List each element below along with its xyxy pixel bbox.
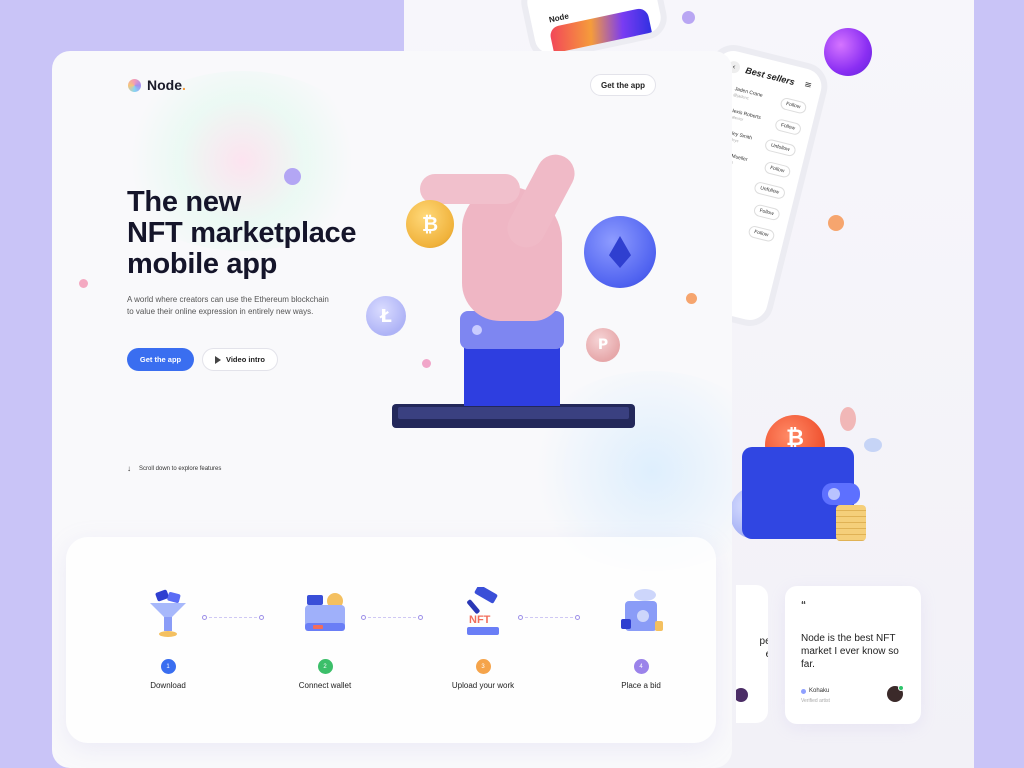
nft-tag-text: NFT [469,614,491,626]
hero-title: The new NFT marketplace mobile app [127,187,427,280]
author-role: Verified artist [801,698,830,704]
get-app-button[interactable]: Get the app [127,348,194,371]
auction-gavel-icon: NFT [457,584,509,639]
bitcoin-coin-icon: ₿ [406,200,454,248]
step-upload-work: NFT 3 Upload your work [423,584,543,690]
step-connector [202,614,264,620]
gavel-svg: NFT [467,584,499,635]
phone-screen [398,407,629,419]
step-connector [518,614,580,620]
step-label: Connect wallet [298,681,352,690]
connector-dot [202,614,207,620]
wallet-clasp [822,483,860,505]
step-number: 4 [633,659,649,674]
decorative-ball [79,279,88,288]
seller-name: Jaden Crane @jadenc [733,86,763,104]
brand-name: Node [147,77,182,93]
testimonial-card-partial: per et [736,585,768,723]
get-app-header-button[interactable]: Get the app [590,74,656,96]
author-name: Kohaku [809,688,830,694]
logo-icon [128,78,141,92]
ethereum-diamond [609,236,631,268]
scroll-hint[interactable]: ↓ Scroll down to explore features [127,464,221,473]
decorative-ball [824,28,872,76]
testimonial-text: Node is the best NFT market I ever know … [801,633,899,670]
step-place-bid: 4 Place a bid [581,587,701,690]
connector-dot [259,614,264,620]
wallet-icon [299,587,351,639]
decorative-ball [828,215,844,231]
step-label: Place a bid [621,681,661,690]
connector-line [209,616,257,618]
quote-mark-icon: “ [801,600,806,611]
polkadot-coin-icon: P [586,328,620,362]
landing-page-card: Node. Get the app The new NFT marketplac… [52,51,732,768]
wallet-svg [305,593,345,631]
video-intro-button[interactable]: Video intro [202,348,278,371]
follow-button[interactable]: Follow [778,96,808,115]
testimonial-author: Kohaku [801,688,829,694]
logo-text: Node. [147,77,186,93]
hero-title-line: The new [127,186,241,218]
hero-title-line: NFT marketplace [127,217,357,249]
safe-svg [621,589,663,631]
safe-cloud-icon [615,587,667,639]
decorative-ball [682,11,695,24]
thumb-illustration [420,174,520,204]
connector-dot [361,614,366,620]
brand-dot: . [182,77,186,93]
phone-illustration [392,404,635,428]
step-number: 1 [160,659,176,674]
how-it-works-card: 1 Download 2 Connect wallet NFT 3 Upload… [66,537,716,743]
brand-logo[interactable]: Node. [128,77,186,93]
connector-line [525,616,573,618]
wallet-pin [828,488,840,500]
play-icon [214,355,221,364]
connector-dot [575,614,580,620]
follow-button[interactable]: Follow [752,203,781,222]
step-connector [361,614,423,620]
ethereum-coin-icon [584,216,656,288]
testimonial-card: “ Node is the best NFT market I ever kno… [785,586,921,724]
decorative-ball [284,168,301,185]
step-download: 1 Download [108,587,228,690]
connector-line [368,616,416,618]
funnel-svg [150,589,186,637]
video-intro-label: Video intro [225,355,266,364]
seller-name: Alexis Roberts @alexisr [728,107,762,125]
follow-button[interactable]: Follow [746,224,776,243]
testimonial-partial-text: per et [759,636,768,660]
hero-hand-illustration: ₿ Ł P [366,146,662,436]
step-connect-wallet: 2 Connect wallet [265,587,385,690]
funnel-icon [142,587,194,639]
step-label: Upload your work [451,681,515,690]
hero-title-line: mobile app [127,248,278,280]
follow-button[interactable]: Unfollow [753,180,787,201]
step-number: 3 [475,659,491,674]
decorative-coin [840,407,856,431]
avatar [887,685,904,702]
decorative-ball [686,293,697,304]
avatar [736,688,748,702]
connector-dot [518,614,523,620]
follow-button[interactable]: Unfollow [763,138,797,158]
step-number: 2 [317,659,333,674]
step-label: Download [150,681,186,690]
menu-icon: ≡ [803,79,813,92]
coin-stack-illustration [836,505,866,541]
scroll-hint-text: Scroll down to explore features [139,465,222,472]
litecoin-coin-icon: Ł [366,296,406,336]
hero-description: A world where creators can use the Ether… [127,295,329,316]
online-status-icon [898,685,904,691]
decorative-coin [864,438,882,452]
follow-button[interactable]: Follow [762,160,792,179]
phone-app-title: Node [548,11,570,25]
follow-button[interactable]: Follow [773,117,803,136]
verified-icon [801,688,806,694]
arrow-down-icon: ↓ [127,464,131,473]
cuff-button [472,325,482,335]
